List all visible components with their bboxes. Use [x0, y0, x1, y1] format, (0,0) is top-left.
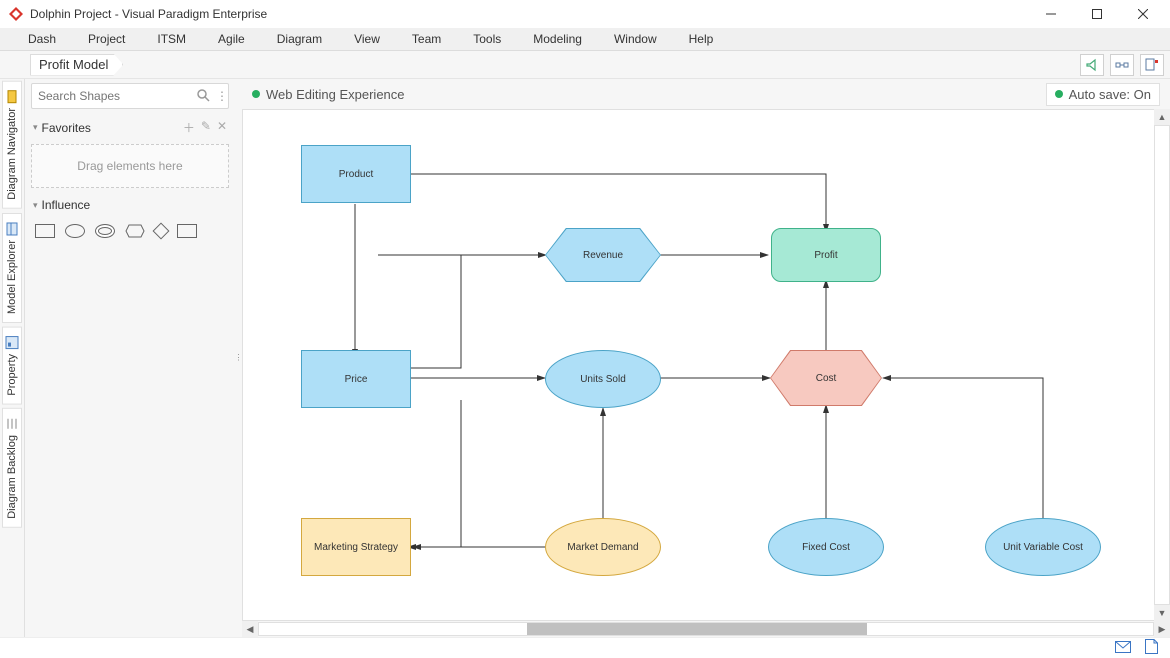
status-text: Web Editing Experience	[266, 87, 405, 102]
node-price[interactable]: Price	[301, 350, 411, 408]
search-shapes[interactable]: ⋮	[31, 83, 229, 109]
node-profit[interactable]: Profit	[771, 228, 881, 282]
panel-title: Favorites	[42, 121, 91, 135]
shape-rect2-icon[interactable]	[177, 224, 197, 238]
menu-help[interactable]: Help	[673, 32, 730, 46]
scroll-thumb[interactable]	[527, 623, 867, 635]
menu-team[interactable]: Team	[396, 32, 457, 46]
web-editing-status[interactable]: Web Editing Experience	[252, 87, 405, 102]
menu-project[interactable]: Project	[72, 32, 141, 46]
shape-rectangle-icon[interactable]	[35, 224, 55, 238]
favorites-header[interactable]: ▾ Favorites ＋ ✎ ✕	[31, 109, 229, 140]
side-tab-label: Diagram Backlog	[6, 435, 18, 519]
menu-agile[interactable]: Agile	[202, 32, 261, 46]
node-fixed-cost[interactable]: Fixed Cost	[768, 518, 884, 576]
shape-diamond-icon[interactable]	[153, 223, 170, 240]
layout-icon[interactable]	[1110, 54, 1134, 76]
shapes-sidebar: ⋮ ▾ Favorites ＋ ✎ ✕ Drag elements here ▾…	[25, 79, 235, 637]
menu-itsm[interactable]: ITSM	[141, 32, 202, 46]
announce-icon[interactable]	[1080, 54, 1104, 76]
backlog-icon	[5, 417, 19, 431]
menu-bar: Dash Project ITSM Agile Diagram View Tea…	[0, 28, 1170, 51]
canvas-area: Web Editing Experience Auto save: On	[242, 79, 1170, 637]
scroll-right-icon[interactable]: ▶	[1154, 621, 1170, 637]
node-revenue[interactable]: Revenue	[545, 228, 661, 282]
close-icon[interactable]: ✕	[217, 119, 227, 136]
side-tabs: Diagram Navigator Model Explorer Propert…	[0, 79, 25, 637]
node-unit-variable-cost[interactable]: Unit Variable Cost	[985, 518, 1101, 576]
note-icon[interactable]	[1145, 639, 1158, 657]
panel-title: Influence	[42, 198, 91, 212]
status-bar	[0, 637, 1170, 658]
side-tab-label: Diagram Navigator	[6, 108, 18, 200]
collapse-icon: ▾	[33, 200, 38, 211]
search-input[interactable]	[38, 89, 193, 103]
main-area: Diagram Navigator Model Explorer Propert…	[0, 79, 1170, 637]
side-tab-label: Property	[6, 354, 18, 396]
maximize-button[interactable]	[1074, 0, 1120, 28]
menu-dash[interactable]: Dash	[12, 32, 72, 46]
menu-tools[interactable]: Tools	[457, 32, 517, 46]
diagram-canvas[interactable]: Product Profit Revenue Price Units Sold …	[242, 109, 1168, 621]
shape-double-ellipse-icon[interactable]	[95, 224, 115, 238]
title-bar: Dolphin Project - Visual Paradigm Enterp…	[0, 0, 1170, 28]
menu-view[interactable]: View	[338, 32, 396, 46]
panel-icon[interactable]	[1140, 54, 1164, 76]
status-dot-icon	[252, 90, 260, 98]
menu-diagram[interactable]: Diagram	[261, 32, 338, 46]
close-button[interactable]	[1120, 0, 1166, 28]
side-tab-diagram-backlog[interactable]: Diagram Backlog	[2, 408, 22, 528]
canvas-status-row: Web Editing Experience Auto save: On	[242, 79, 1170, 109]
scroll-track[interactable]	[1154, 125, 1170, 605]
minimize-button[interactable]	[1028, 0, 1074, 28]
navigator-icon	[5, 90, 19, 104]
shape-palette	[31, 216, 229, 246]
scroll-up-icon[interactable]: ▲	[1154, 109, 1170, 125]
scroll-track[interactable]	[258, 622, 1154, 636]
node-market-demand[interactable]: Market Demand	[545, 518, 661, 576]
more-icon[interactable]: ⋮	[216, 89, 228, 103]
side-tab-property[interactable]: Property	[2, 327, 22, 405]
node-label: Cost	[770, 350, 882, 406]
property-icon	[5, 336, 19, 350]
node-units-sold[interactable]: Units Sold	[545, 350, 661, 408]
splitter[interactable]: ⋮	[235, 79, 242, 637]
menu-modeling[interactable]: Modeling	[517, 32, 598, 46]
node-product[interactable]: Product	[301, 145, 411, 203]
search-icon[interactable]	[196, 88, 210, 105]
side-tab-diagram-navigator[interactable]: Diagram Navigator	[2, 81, 22, 209]
explorer-icon	[5, 222, 19, 236]
edit-icon[interactable]: ✎	[201, 119, 211, 136]
collapse-icon: ▾	[33, 122, 38, 133]
node-label: Revenue	[545, 228, 661, 282]
add-icon[interactable]: ＋	[183, 119, 195, 136]
side-tab-label: Model Explorer	[6, 240, 18, 314]
scroll-down-icon[interactable]: ▼	[1154, 605, 1170, 621]
mail-icon[interactable]	[1115, 641, 1131, 656]
shape-ellipse-icon[interactable]	[65, 224, 85, 238]
autosave-status[interactable]: Auto save: On	[1046, 83, 1160, 106]
breadcrumb[interactable]: Profit Model	[30, 54, 123, 76]
influence-header[interactable]: ▾ Influence	[31, 188, 229, 216]
scroll-left-icon[interactable]: ◀	[242, 621, 258, 637]
node-marketing-strategy[interactable]: Marketing Strategy	[301, 518, 411, 576]
status-text: Auto save: On	[1069, 87, 1151, 102]
status-dot-icon	[1055, 90, 1063, 98]
node-cost[interactable]: Cost	[770, 350, 882, 406]
vertical-scrollbar[interactable]: ▲ ▼	[1154, 109, 1170, 621]
menu-window[interactable]: Window	[598, 32, 673, 46]
shape-hexagon-icon[interactable]	[125, 224, 145, 238]
toolbar: Profit Model	[0, 51, 1170, 79]
favorites-dropzone[interactable]: Drag elements here	[31, 144, 229, 188]
app-logo-icon	[8, 6, 24, 22]
window-title: Dolphin Project - Visual Paradigm Enterp…	[30, 7, 1028, 21]
side-tab-model-explorer[interactable]: Model Explorer	[2, 213, 22, 323]
horizontal-scrollbar[interactable]: ◀ ▶	[242, 621, 1170, 637]
